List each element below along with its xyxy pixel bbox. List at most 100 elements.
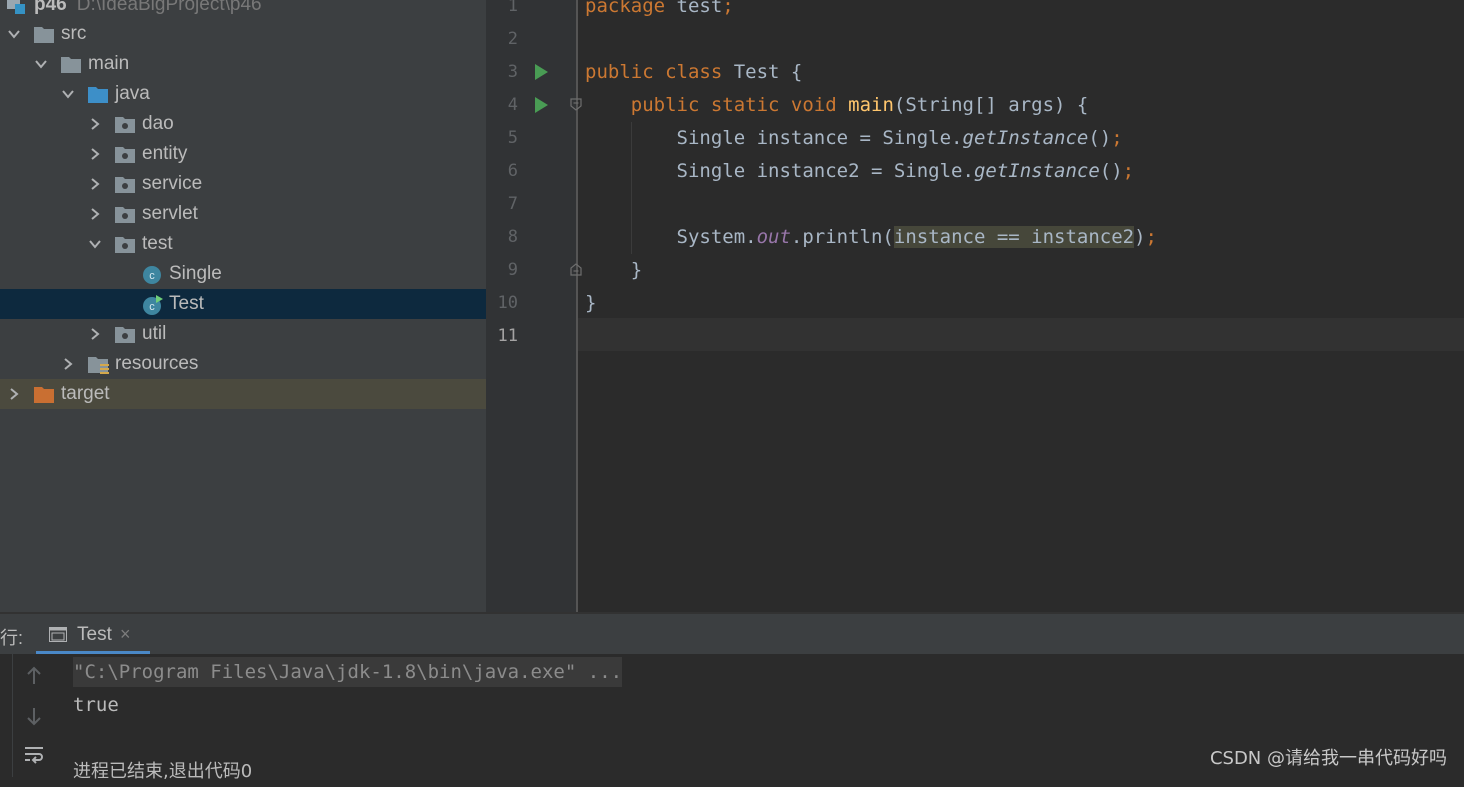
code-line-9: } (585, 254, 642, 287)
line-number: 3 (507, 62, 518, 82)
run-tab-test[interactable]: Test × (36, 616, 150, 654)
run-main-icon[interactable] (535, 97, 548, 113)
code-token: ; (1122, 160, 1135, 182)
fold-close-icon[interactable] (570, 263, 582, 276)
line-number: 10 (497, 293, 518, 313)
chevron-down-icon[interactable] (8, 28, 20, 40)
code-token: System. (676, 226, 757, 248)
folder-icon (61, 55, 81, 73)
tree-item-test-class[interactable]: c Test (0, 289, 486, 319)
tree-item-single-class[interactable]: c Single (0, 259, 486, 289)
chevron-down-icon[interactable] (62, 88, 74, 100)
code-token: () (1088, 127, 1112, 149)
tree-item-servlet[interactable]: servlet (0, 199, 486, 229)
code-line-6: Single instance2 = Single.getInstance(); (585, 155, 1135, 188)
arrow-up-icon[interactable] (22, 664, 46, 688)
code-token: ; (722, 0, 734, 17)
svg-text:c: c (149, 301, 155, 313)
soft-wrap-icon[interactable] (22, 743, 46, 767)
chevron-right-icon[interactable] (89, 208, 101, 220)
svg-text:c: c (149, 270, 155, 282)
code-line-1: package test; (585, 0, 734, 23)
code-token: ) (1134, 226, 1146, 248)
package-icon (115, 145, 135, 163)
code-token: getInstance (973, 160, 1100, 182)
code-line-4: public static void main(String[] args) { (585, 89, 1089, 122)
code-line-10: } (585, 287, 596, 320)
tree-item-label: resources (115, 353, 199, 374)
line-number: 1 (507, 0, 518, 16)
code-token: test (665, 0, 723, 17)
tree-item-java[interactable]: java (0, 79, 486, 109)
package-icon (115, 205, 135, 223)
code-token: } (585, 292, 597, 314)
package-icon (115, 175, 135, 193)
source-folder-icon (88, 85, 108, 103)
code-token: package (585, 0, 666, 17)
chevron-right-icon[interactable] (62, 358, 74, 370)
chevron-right-icon[interactable] (89, 328, 101, 340)
tree-item-entity[interactable]: entity (0, 139, 486, 169)
code-editor[interactable]: 1 2 3 4 5 6 7 8 9 10 11 package test; pu… (486, 0, 1464, 612)
tree-item-dao[interactable]: dao (0, 109, 486, 139)
console-icon (49, 627, 67, 643)
code-token: out (756, 226, 791, 248)
resources-folder-icon (88, 355, 109, 374)
watermark: CSDN @请给我一串代码好吗 (1209, 748, 1447, 769)
chevron-right-icon[interactable] (8, 388, 20, 400)
package-icon (115, 235, 135, 253)
run-toolbar (0, 654, 54, 777)
code-token-highlighted: instance == instance2 (893, 226, 1135, 248)
project-path: D:\IdeaBigProject\p46 (76, 0, 262, 15)
tree-item-test[interactable]: test (0, 229, 486, 259)
code-token: ; (1145, 226, 1157, 248)
tree-item-label: src (61, 23, 87, 44)
tree-item-label: entity (142, 143, 188, 164)
tree-item-label: Single (169, 263, 222, 284)
code-token: ; (1111, 127, 1123, 149)
code-token: } (630, 259, 643, 281)
line-number: 6 (507, 161, 518, 181)
tree-item-main[interactable]: main (0, 49, 486, 79)
line-number: 8 (507, 227, 518, 247)
chevron-down-icon[interactable] (35, 58, 47, 70)
chevron-right-icon[interactable] (89, 118, 101, 130)
package-icon (115, 325, 135, 343)
tree-item-util[interactable]: util (0, 319, 486, 349)
fold-open-icon[interactable] (570, 98, 582, 111)
chevron-right-icon[interactable] (89, 148, 101, 160)
project-name: p46 (34, 0, 67, 15)
run-panel-header: 行: Test × (0, 612, 1464, 654)
run-class-icon[interactable] (535, 64, 548, 80)
code-line-8: System.out.println(instance == instance2… (585, 221, 1157, 254)
code-token: main (848, 94, 894, 116)
code-token: Single instance2 = Single. (676, 160, 974, 182)
tree-item-label: util (142, 323, 167, 344)
code-token: Single instance = Single. (676, 127, 963, 149)
tree-item-resources[interactable]: resources (0, 349, 486, 379)
line-number: 7 (507, 194, 518, 214)
tree-item-service[interactable]: service (0, 169, 486, 199)
tree-root-p46[interactable]: p46 D:\IdeaBigProject\p46 (0, 0, 486, 20)
chevron-down-icon[interactable] (89, 238, 101, 250)
line-number: 5 (507, 128, 518, 148)
line-number: 4 (507, 95, 518, 115)
close-icon[interactable]: × (120, 624, 131, 645)
console-command-line: "C:\Program Files\Java\jdk-1.8\bin\java.… (73, 657, 623, 687)
arrow-down-icon[interactable] (22, 704, 46, 728)
tree-item-label: service (142, 173, 203, 194)
class-icon: c (142, 265, 162, 284)
tree-item-label: main (88, 53, 130, 74)
code-token: () (1099, 160, 1123, 182)
run-panel-title: 行: (0, 628, 24, 648)
tree-item-label: test (142, 233, 173, 254)
code-token: public class (585, 61, 723, 83)
chevron-right-icon[interactable] (89, 178, 101, 190)
tree-item-target[interactable]: target (0, 379, 486, 409)
console-exit-message: 进程已结束,退出代码0 (73, 761, 253, 782)
code-token: public static void (630, 94, 837, 116)
console-output: true (73, 694, 119, 716)
folder-icon (34, 25, 54, 43)
toolbar-divider (12, 654, 13, 777)
tree-item-src[interactable]: src (0, 19, 486, 49)
